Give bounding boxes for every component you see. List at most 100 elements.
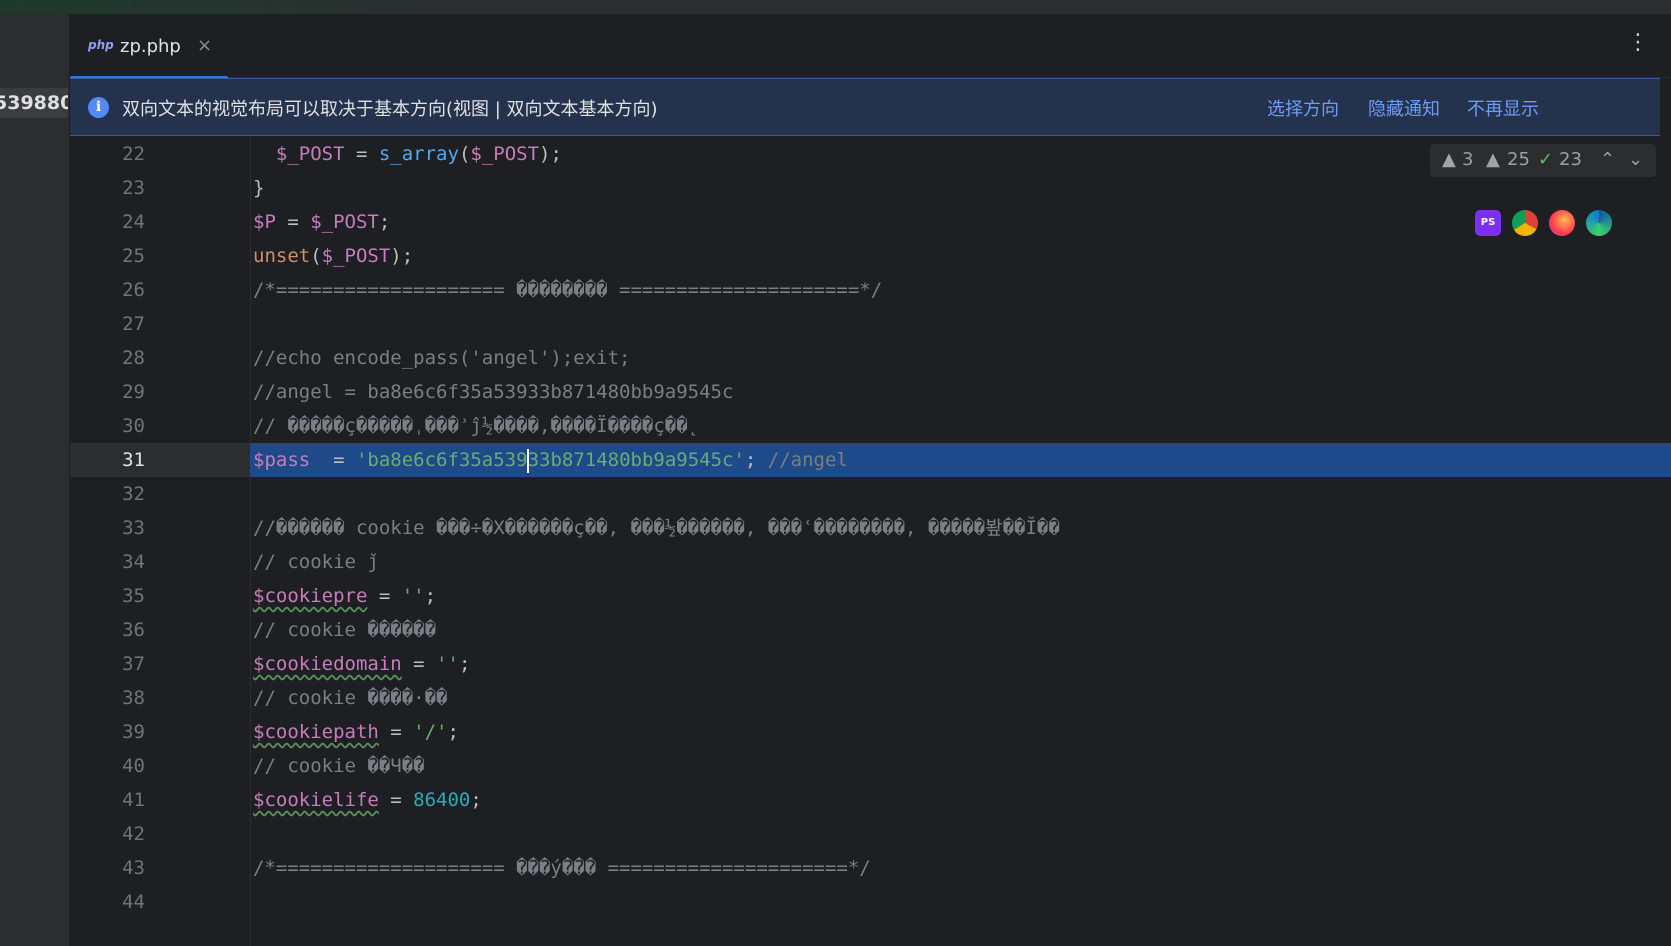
code-line[interactable]: 28 //echo encode_pass('angel');exit; [70,341,1671,375]
code-token: = [379,721,413,743]
code-text[interactable]: //echo encode_pass('angel');exit; [253,341,631,375]
check-icon: ✓ [1538,149,1553,170]
code-token: = [345,143,379,165]
code-line[interactable]: 35 $cookiepre = ''; [70,579,1671,613]
code-text[interactable]: // �����ç�����ˌ���ʾĵ½����,����Ï����ç��˛ [253,409,699,443]
code-line[interactable]: 42 [70,817,1671,851]
line-number: 34 [70,545,145,579]
code-text[interactable]: $cookiedomain = ''; [253,647,470,681]
previous-problem-icon[interactable]: ⌃ [1600,149,1615,170]
choose-direction-link[interactable]: 选择方向 [1267,95,1339,121]
code-line[interactable]: 43 /*==================== ���ý��� =======… [70,851,1671,885]
browser-preview-icons: PS [1475,210,1635,240]
code-token: 86400 [413,789,470,811]
code-token: //������ cookie ���÷�X������ç��, ���½���… [253,517,1060,539]
code-text[interactable]: //������ cookie ���÷�X������ç��, ���½���… [253,511,1060,545]
code-line[interactable]: 32 [70,477,1671,511]
code-text[interactable]: } [253,171,264,205]
code-token: //angel [768,449,848,471]
tab-zp-php[interactable]: php zp.php × [70,14,228,78]
line-number: 33 [70,511,145,545]
more-options-icon[interactable]: ⋮ [1627,32,1649,54]
code-line[interactable]: 37 $cookiedomain = ''; [70,647,1671,681]
line-number: 42 [70,817,145,851]
line-number: 35 [70,579,145,613]
code-token: = [402,653,436,675]
code-text[interactable]: unset($_POST); [253,239,413,273]
code-text[interactable]: $P = $_POST; [253,205,390,239]
dont-show-again-link[interactable]: 不再显示 [1467,95,1539,121]
line-number: 24 [70,205,145,239]
code-line[interactable]: 25 unset($_POST); [70,239,1671,273]
editor-area: php zp.php × ⋮ i 双向文本的视觉布局可以取决于基本方向(视图 |… [70,14,1671,946]
code-line[interactable]: 30 // �����ç�����ˌ���ʾĵ½����,����Ï����ç��… [70,409,1671,443]
code-text[interactable]: //angel = ba8e6c6f35a53933b871480bb9a954… [253,375,733,409]
code-token: $cookielife [253,789,379,811]
warning-count: 25 [1507,149,1530,170]
code-line[interactable]: 38 // cookie ����·�� [70,681,1671,715]
code-line[interactable]: 29 //angel = ba8e6c6f35a53933b871480bb9a9… [70,375,1671,409]
php-file-icon: php [88,38,114,52]
code-text[interactable]: $cookielife = 86400; [253,783,482,817]
code-line[interactable]: 36 // cookie ������ [70,613,1671,647]
code-line[interactable]: 27 [70,307,1671,341]
code-token: $cookiepath [253,721,379,743]
edge-icon[interactable] [1586,210,1612,236]
code-token: // cookie ������ [253,619,436,641]
code-token: // cookie ǰ׺ [253,551,379,573]
phpstorm-icon[interactable]: PS [1475,210,1501,236]
code-token: $_POST [322,245,391,267]
line-number: 36 [70,613,145,647]
code-token: ; [470,789,481,811]
code-token: $_POST [310,211,379,233]
line-number: 41 [70,783,145,817]
code-text[interactable]: $cookiepath = '/'; [253,715,459,749]
close-icon[interactable]: × [197,35,212,56]
code-token: ; [425,585,436,607]
tab-title: zp.php [120,36,181,57]
code-token: ; [379,211,390,233]
code-line[interactable]: 41 $cookielife = 86400; [70,783,1671,817]
code-text[interactable]: $cookiepre = ''; [253,579,436,613]
code-token: $_POST [470,143,539,165]
next-problem-icon[interactable]: ⌄ [1628,149,1643,170]
code-line[interactable]: 33 //������ cookie ���÷�X������ç��, ���½�… [70,511,1671,545]
code-token: /*==================== ���ý��� =========… [253,857,871,879]
bidi-notification-banner: i 双向文本的视觉布局可以取决于基本方向(视图 | 双向文本基本方向) 选择方向… [70,78,1660,136]
code-text[interactable]: // cookie ����·�� [253,681,447,715]
line-number: 43 [70,851,145,885]
code-line[interactable]: 39 $cookiepath = '/'; [70,715,1671,749]
firefox-icon[interactable] [1549,210,1575,236]
code-token: ( [310,245,321,267]
window-top-strip [0,0,1671,14]
code-token: // cookie ����·�� [253,687,447,709]
code-line[interactable]: 26 /*==================== �������� ======… [70,273,1671,307]
code-line[interactable]: 40 // cookie ��Ч�� [70,749,1671,783]
line-number: 31 [70,443,145,477]
code-line[interactable]: 44 [70,885,1671,919]
code-line[interactable]: 34 // cookie ǰ׺ [70,545,1671,579]
code-text[interactable]: $_POST = s_array($_POST); [253,137,562,171]
code-token: $cookiedomain [253,653,402,675]
line-number: 38 [70,681,145,715]
code-text[interactable]: // cookie ������ [253,613,436,647]
code-token: $P [253,211,276,233]
error-warning-icon: ▲ [1442,149,1456,170]
code-text[interactable]: /*==================== �������� ========… [253,273,882,307]
code-line[interactable]: 24 $P = $_POST; [70,205,1671,239]
code-text[interactable]: /*==================== ���ý��� =========… [253,851,871,885]
code-token: 'ba8e6c6f35a539 [356,449,528,471]
code-token: //angel = ba8e6c6f35a53933b871480bb9a954… [253,381,733,403]
current-code-line[interactable]: 31 $pass = 'ba8e6c6f35a53933b871480bb9a95… [70,443,1671,477]
code-token: /*==================== �������� ========… [253,279,882,301]
code-text[interactable]: $pass = 'ba8e6c6f35a53933b871480bb9a9545… [253,443,848,477]
code-text[interactable]: // cookie ǰ׺ [253,545,379,579]
code-token: unset [253,245,310,267]
line-number: 26 [70,273,145,307]
code-token: ; [459,653,470,675]
code-text[interactable]: // cookie ��Ч�� [253,749,425,783]
hide-notification-link[interactable]: 隐藏通知 [1368,95,1440,121]
inspection-widget[interactable]: ▲ 3 ▲ 25 ✓ 23 ⌃ ⌄ [1430,144,1656,177]
code-token: // �����ç�����ˌ���ʾĵ½����,����Ï����ç��˛ [253,415,699,437]
chrome-icon[interactable] [1512,210,1538,236]
